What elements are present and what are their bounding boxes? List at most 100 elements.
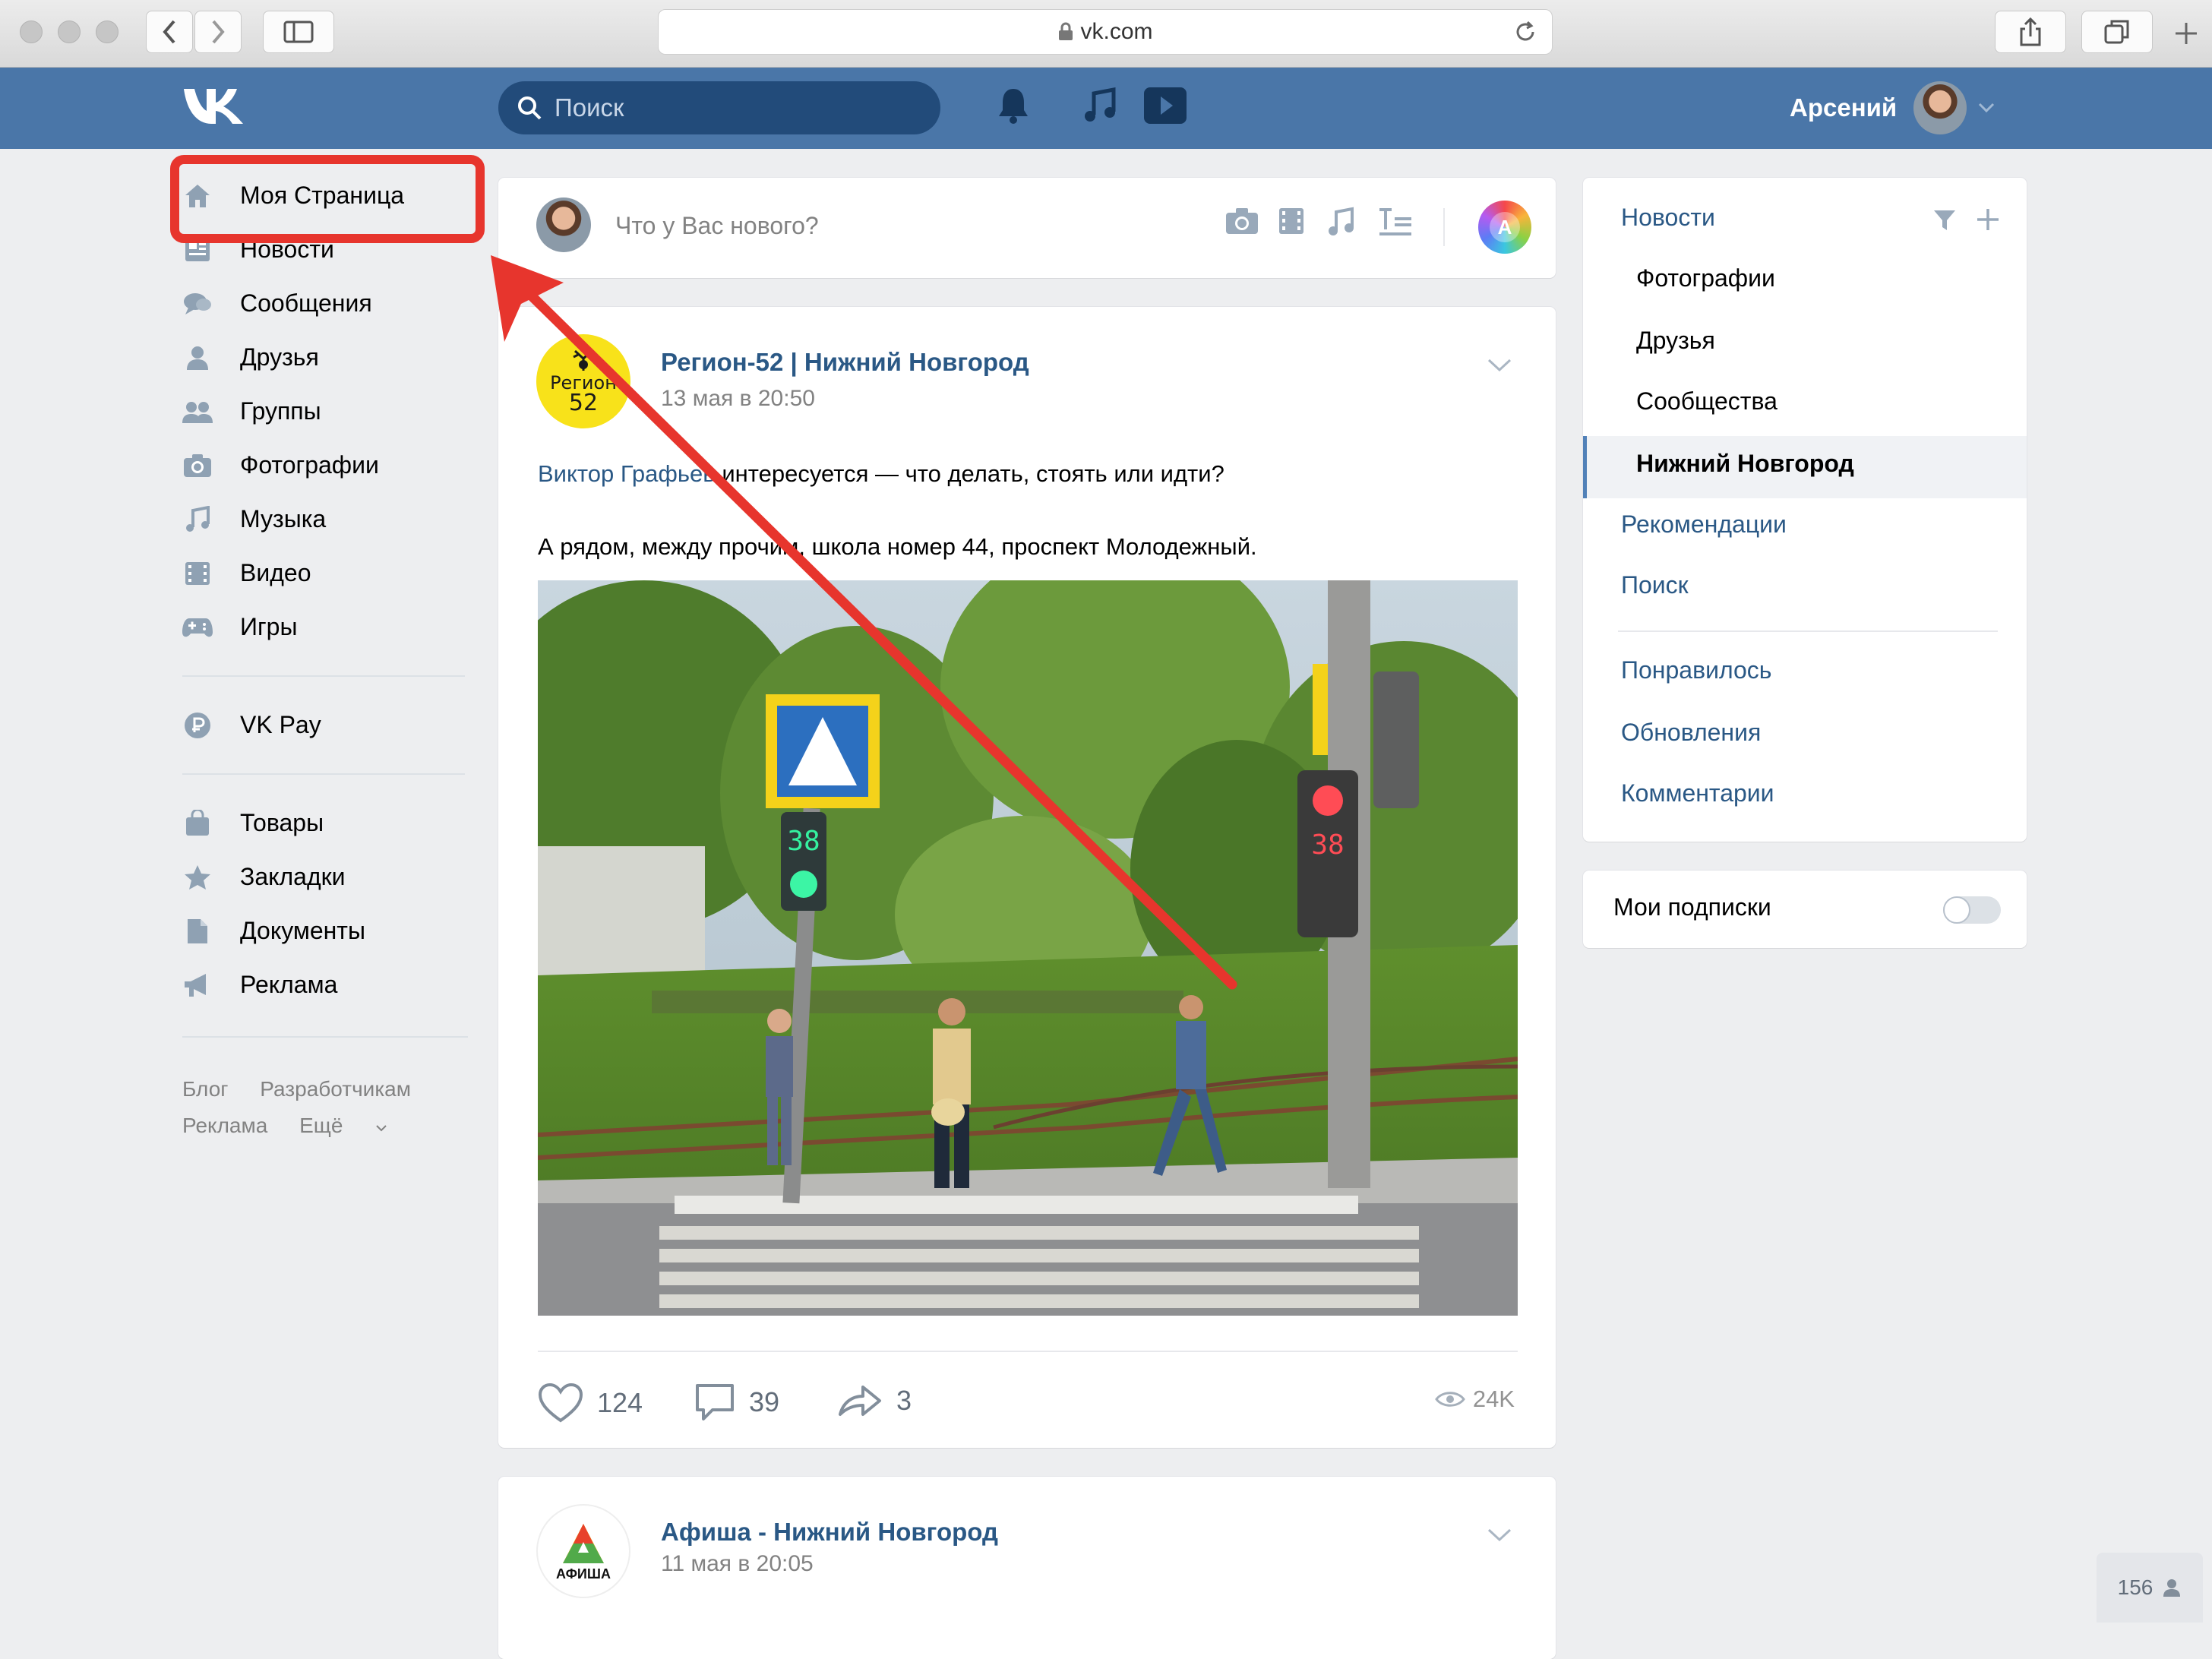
groups-icon bbox=[179, 393, 216, 430]
share-arrow-icon bbox=[839, 1386, 881, 1416]
countdown-left: 38 bbox=[787, 826, 820, 857]
footer-link-developers[interactable]: Разработчикам bbox=[260, 1077, 411, 1101]
notifications-bell-icon[interactable] bbox=[997, 86, 1030, 128]
deer-logo-icon bbox=[573, 349, 594, 371]
menu-item-liked[interactable]: Понравилось bbox=[1621, 656, 1771, 684]
post-author-link[interactable]: Афиша - Нижний Новгород bbox=[661, 1518, 998, 1547]
share-button[interactable] bbox=[1995, 11, 2066, 53]
sidebar-item-ads[interactable]: Реклама bbox=[179, 958, 468, 1012]
gamepad-icon bbox=[179, 609, 216, 646]
post-options-chevron-icon[interactable] bbox=[1486, 1527, 1513, 1547]
menu-item-recommendations[interactable]: Рекомендации bbox=[1621, 510, 1787, 539]
sidebar-toggle-button[interactable] bbox=[263, 11, 334, 53]
sidebar-item-vk-pay[interactable]: VK Pay bbox=[179, 698, 468, 752]
search-icon bbox=[518, 96, 542, 120]
minimize-window-button[interactable] bbox=[58, 21, 81, 43]
sidebar-item-groups[interactable]: Группы bbox=[179, 384, 468, 438]
sidebar-item-news[interactable]: Новости bbox=[179, 223, 468, 276]
sidebar-item-documents[interactable]: Документы bbox=[179, 904, 468, 958]
sidebar-item-friends[interactable]: Друзья bbox=[179, 330, 468, 384]
sidebar-item-bookmarks[interactable]: Закладки bbox=[179, 850, 468, 904]
toggle-knob bbox=[1943, 896, 1970, 924]
friends-icon bbox=[179, 340, 216, 376]
sidebar-divider bbox=[182, 1036, 468, 1038]
search-box[interactable] bbox=[498, 81, 940, 134]
close-window-button[interactable] bbox=[20, 21, 43, 43]
tabs-overview-button[interactable] bbox=[2081, 11, 2153, 53]
menu-divider bbox=[1618, 630, 1998, 632]
online-friends-badge[interactable]: 156 bbox=[2097, 1553, 2203, 1623]
sidebar-item-label: Товары bbox=[240, 809, 324, 836]
like-button[interactable]: 124 bbox=[538, 1382, 643, 1424]
music-note-icon[interactable] bbox=[1083, 87, 1117, 128]
post-date[interactable]: 13 мая в 20:50 bbox=[661, 386, 815, 412]
countdown-right: 38 bbox=[1311, 830, 1344, 861]
menu-subitem-photos[interactable]: Фотографии bbox=[1636, 264, 1775, 292]
attach-photo-icon[interactable] bbox=[1224, 207, 1259, 239]
sidebar-item-goods[interactable]: Товары bbox=[179, 796, 468, 850]
avatar bbox=[536, 198, 591, 252]
sidebar-item-label: Документы bbox=[240, 917, 365, 944]
sidebar-item-messages[interactable]: Сообщения bbox=[179, 276, 468, 330]
music-icon bbox=[179, 501, 216, 538]
sidebar-item-label: Группы bbox=[240, 397, 321, 425]
article-icon[interactable] bbox=[1376, 207, 1413, 241]
new-tab-button[interactable] bbox=[2172, 20, 2200, 51]
text-background-button[interactable]: A bbox=[1478, 201, 1531, 254]
footer-link-more[interactable]: Ещё bbox=[299, 1114, 388, 1137]
play-button-icon[interactable] bbox=[1142, 86, 1188, 129]
sidebar-divider bbox=[182, 773, 465, 775]
vk-header: Арсений bbox=[0, 68, 2212, 149]
subscriptions-label: Мои подписки bbox=[1613, 893, 1771, 921]
left-sidebar: Моя Страница Новости Сообщения Друзья Гр… bbox=[179, 169, 468, 1012]
group-avatar[interactable]: Регион 52 bbox=[536, 334, 630, 428]
plus-icon[interactable] bbox=[1975, 207, 2001, 236]
sidebar-icon bbox=[283, 21, 314, 43]
sidebar-item-photos[interactable]: Фотографии bbox=[179, 438, 468, 492]
new-post-input[interactable] bbox=[614, 201, 1146, 251]
footer-more-label: Ещё bbox=[299, 1114, 343, 1137]
menu-subitem-communities[interactable]: Сообщества bbox=[1636, 387, 1778, 416]
sidebar-item-video[interactable]: Видео bbox=[179, 546, 468, 600]
sidebar-item-label: Музыка bbox=[240, 505, 327, 532]
browser-toolbar: vk.com bbox=[0, 0, 2212, 68]
menu-subitem-friends[interactable]: Друзья bbox=[1636, 327, 1715, 355]
subscriptions-toggle[interactable] bbox=[1943, 896, 2001, 924]
group-avatar[interactable]: АФИША bbox=[536, 1504, 630, 1598]
attach-video-icon[interactable] bbox=[1278, 207, 1305, 239]
post-photo[interactable]: 38 38 bbox=[538, 580, 1518, 1316]
address-bar[interactable]: vk.com bbox=[658, 9, 1553, 55]
post-text-line1: интересуется — что делать, стоять или ид… bbox=[715, 460, 1224, 487]
sidebar-item-music[interactable]: Музыка bbox=[179, 492, 468, 546]
comment-button[interactable]: 39 bbox=[694, 1382, 779, 1422]
mention-link[interactable]: Виктор Графьев bbox=[538, 460, 716, 487]
active-item-indicator bbox=[1583, 436, 1587, 498]
views-count: 24K bbox=[1472, 1386, 1515, 1412]
menu-item-news[interactable]: Новости bbox=[1621, 204, 1715, 232]
back-button[interactable] bbox=[146, 11, 193, 53]
plus-icon bbox=[2176, 23, 2197, 44]
post-date[interactable]: 11 мая в 20:05 bbox=[661, 1551, 814, 1577]
user-menu[interactable]: Арсений bbox=[1790, 77, 1996, 139]
menu-item-updates[interactable]: Обновления bbox=[1621, 719, 1761, 747]
menu-item-comments[interactable]: Комментарии bbox=[1621, 779, 1774, 807]
feed-post: АФИША Афиша - Нижний Новгород 11 мая в 2… bbox=[498, 1477, 1556, 1659]
post-options-chevron-icon[interactable] bbox=[1486, 357, 1513, 378]
share-post-button[interactable]: 3 bbox=[837, 1382, 912, 1419]
footer-link-ads[interactable]: Реклама bbox=[182, 1114, 267, 1137]
post-author-link[interactable]: Регион-52 | Нижний Новгород bbox=[661, 348, 1029, 377]
bag-icon bbox=[179, 805, 216, 842]
forward-button[interactable] bbox=[194, 11, 242, 53]
zoom-window-button[interactable] bbox=[96, 21, 118, 43]
sidebar-item-my-page[interactable]: Моя Страница bbox=[179, 169, 468, 223]
attach-music-icon[interactable] bbox=[1326, 207, 1355, 241]
post-divider bbox=[538, 1351, 1518, 1352]
search-input[interactable] bbox=[553, 93, 902, 123]
reload-icon[interactable] bbox=[1512, 19, 1538, 51]
footer-link-blog[interactable]: Блог bbox=[182, 1077, 229, 1101]
menu-item-search[interactable]: Поиск bbox=[1621, 571, 1689, 599]
sidebar-item-games[interactable]: Игры bbox=[179, 600, 468, 654]
filter-icon[interactable] bbox=[1932, 208, 1957, 236]
vk-logo-icon[interactable] bbox=[182, 86, 246, 129]
menu-subitem-nizhny-novgorod[interactable]: Нижний Новгород bbox=[1636, 450, 1854, 478]
